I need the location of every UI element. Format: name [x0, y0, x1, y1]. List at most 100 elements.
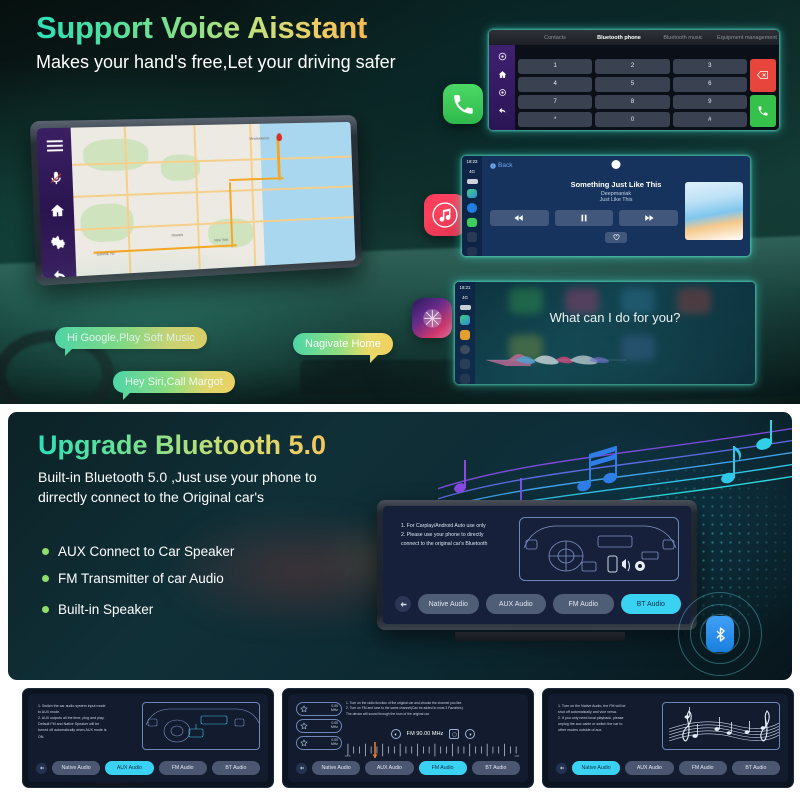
drag-handle[interactable] — [611, 160, 621, 169]
mode-fm-audio[interactable]: FM Audio — [418, 761, 467, 775]
mode-native-audio[interactable]: Native Audio — [312, 761, 361, 775]
navigation-map[interactable]: Summit, NJ New York Newark Meadowlands — [70, 121, 356, 277]
mode-native-audio[interactable]: Native Audio — [418, 594, 479, 614]
thumbnail-native-audio: 1. Turn on the Native Audio, the FM will… — [542, 688, 794, 788]
map-label: Newark — [171, 232, 184, 238]
fm-tuning-dial[interactable] — [346, 742, 520, 758]
kakao-app-icon[interactable] — [467, 203, 477, 213]
dial-key[interactable]: 0 — [595, 112, 670, 127]
back-icon[interactable] — [498, 106, 507, 115]
arrow-left-icon[interactable] — [556, 762, 567, 774]
pause-icon[interactable] — [554, 210, 614, 226]
mode-native-audio[interactable]: Native Audio — [572, 761, 621, 775]
phone-app-icon[interactable] — [467, 217, 477, 228]
dial-key[interactable]: 7 — [518, 94, 593, 110]
add-favorite-button[interactable] — [449, 729, 460, 739]
home-icon[interactable] — [498, 70, 507, 79]
rewind-icon[interactable] — [490, 210, 549, 226]
audio-mode-bar: Native Audio AUX Audio FM Audio BT Audio — [395, 594, 681, 614]
heart-icon[interactable] — [605, 232, 627, 243]
settings-app-icon[interactable] — [460, 344, 470, 355]
voice-assistant-section: Support Voice Aisstant Makes your hand's… — [0, 0, 800, 404]
car-icon[interactable] — [467, 232, 477, 242]
audio-mode-bar: Native Audio AUX Audio FM Audio BT Audio — [556, 761, 780, 775]
dial-key[interactable]: 9 — [672, 94, 747, 110]
siri-app-icon[interactable] — [412, 298, 452, 338]
map-label: Summit, NJ — [96, 252, 115, 258]
mic-icon[interactable] — [498, 52, 507, 61]
back-icon[interactable] — [51, 266, 68, 279]
mode-aux-audio[interactable]: AUX Audio — [105, 761, 154, 775]
back-button[interactable]: Back — [490, 162, 512, 169]
arrow-left-icon[interactable] — [395, 596, 411, 612]
maps-app-icon[interactable] — [467, 188, 477, 199]
settings-icon[interactable] — [498, 88, 507, 97]
siri-body[interactable]: What can I do for you? — [475, 282, 755, 384]
status-time: 18:21 — [459, 285, 471, 290]
backspace-button[interactable] — [750, 59, 776, 92]
dial-key[interactable]: # — [672, 112, 747, 127]
car-interior-illustration — [142, 702, 260, 750]
apps-grid-icon[interactable] — [467, 246, 477, 256]
phone-app-icon[interactable] — [443, 84, 483, 124]
music-app-icon[interactable] — [424, 194, 466, 236]
siri-card: 18:21 4G What can I do for you? — [455, 282, 755, 384]
mode-aux-audio[interactable]: AUX Audio — [365, 761, 414, 775]
mic-muted-icon[interactable] — [47, 170, 64, 186]
tab-bluetooth-phone[interactable]: Bluetooth phone — [587, 35, 651, 41]
tab-equipment-management[interactable]: Equipment management — [715, 35, 779, 41]
fm-preset[interactable]: 0.00 MHz — [296, 736, 342, 750]
apps-grid-icon[interactable] — [460, 374, 470, 384]
instruction-line: other modes outside of aux. — [558, 728, 603, 733]
mode-fm-audio[interactable]: FM Audio — [678, 761, 727, 775]
menu-icon[interactable] — [46, 138, 63, 154]
fm-preset[interactable]: 0.00 MHz — [296, 719, 342, 733]
books-app-icon[interactable] — [460, 329, 470, 340]
music-staff-illustration — [662, 702, 780, 750]
mode-bt-audio[interactable]: BT Audio — [731, 761, 780, 775]
call-button[interactable] — [750, 94, 776, 127]
device-display: 1. For Carplay/Android Auto use only 2. … — [383, 506, 691, 624]
battery-icon — [459, 305, 471, 310]
mode-fm-audio[interactable]: FM Audio — [553, 594, 614, 614]
thumbnail-screen: 1. Switch the car audio system input mod… — [28, 694, 268, 782]
dial-key[interactable]: 8 — [595, 94, 670, 110]
forward-icon[interactable] — [619, 210, 679, 226]
car-icon[interactable] — [460, 359, 470, 370]
dial-key[interactable]: 1 — [518, 59, 593, 74]
prev-station-button[interactable] — [390, 729, 401, 739]
speech-bubble-siri: Hey Siri,Call Margot — [113, 371, 235, 400]
dial-key[interactable]: 4 — [518, 76, 593, 92]
tab-bluetooth-music[interactable]: Bluetooth music — [651, 35, 715, 41]
settings-icon[interactable] — [50, 234, 67, 250]
status-network: 4G — [469, 169, 475, 174]
arrow-left-icon[interactable] — [296, 762, 307, 774]
dial-key[interactable]: * — [518, 112, 593, 127]
mode-aux-audio[interactable]: AUX Audio — [485, 594, 546, 614]
dial-max-label: 108 — [514, 754, 519, 758]
dial-key[interactable]: 5 — [595, 76, 670, 92]
mode-bt-audio[interactable]: BT Audio — [211, 761, 260, 775]
fm-preset[interactable]: 0.00 MHz — [296, 702, 342, 716]
next-station-button[interactable] — [465, 729, 476, 739]
feature-item: AUX Connect to Car Speaker — [42, 544, 234, 559]
mode-bt-audio[interactable]: BT Audio — [620, 594, 681, 614]
dial-key[interactable]: 2 — [595, 59, 670, 74]
dial-key[interactable]: 6 — [672, 76, 747, 92]
arrow-left-icon[interactable] — [36, 762, 47, 774]
album-artwork — [685, 182, 743, 240]
promo-page: Support Voice Aisstant Makes your hand's… — [0, 0, 800, 800]
dial-key[interactable]: 3 — [672, 59, 747, 74]
maps-app-icon[interactable] — [460, 314, 470, 325]
bullet-dot — [42, 575, 49, 582]
map-park — [83, 137, 149, 172]
mode-aux-audio[interactable]: AUX Audio — [625, 761, 674, 775]
home-icon[interactable] — [49, 202, 66, 218]
tab-contacts[interactable]: Contacts — [523, 35, 587, 41]
mode-fm-audio[interactable]: FM Audio — [158, 761, 207, 775]
mode-native-audio[interactable]: Native Audio — [52, 761, 101, 775]
dialer-body: 1 2 3 4 5 6 7 8 9 * 0 # — [489, 45, 779, 130]
mode-bt-audio[interactable]: BT Audio — [471, 761, 520, 775]
battery-icon — [466, 179, 478, 184]
speech-bubble-navigate: Nagivate Home — [293, 333, 393, 363]
